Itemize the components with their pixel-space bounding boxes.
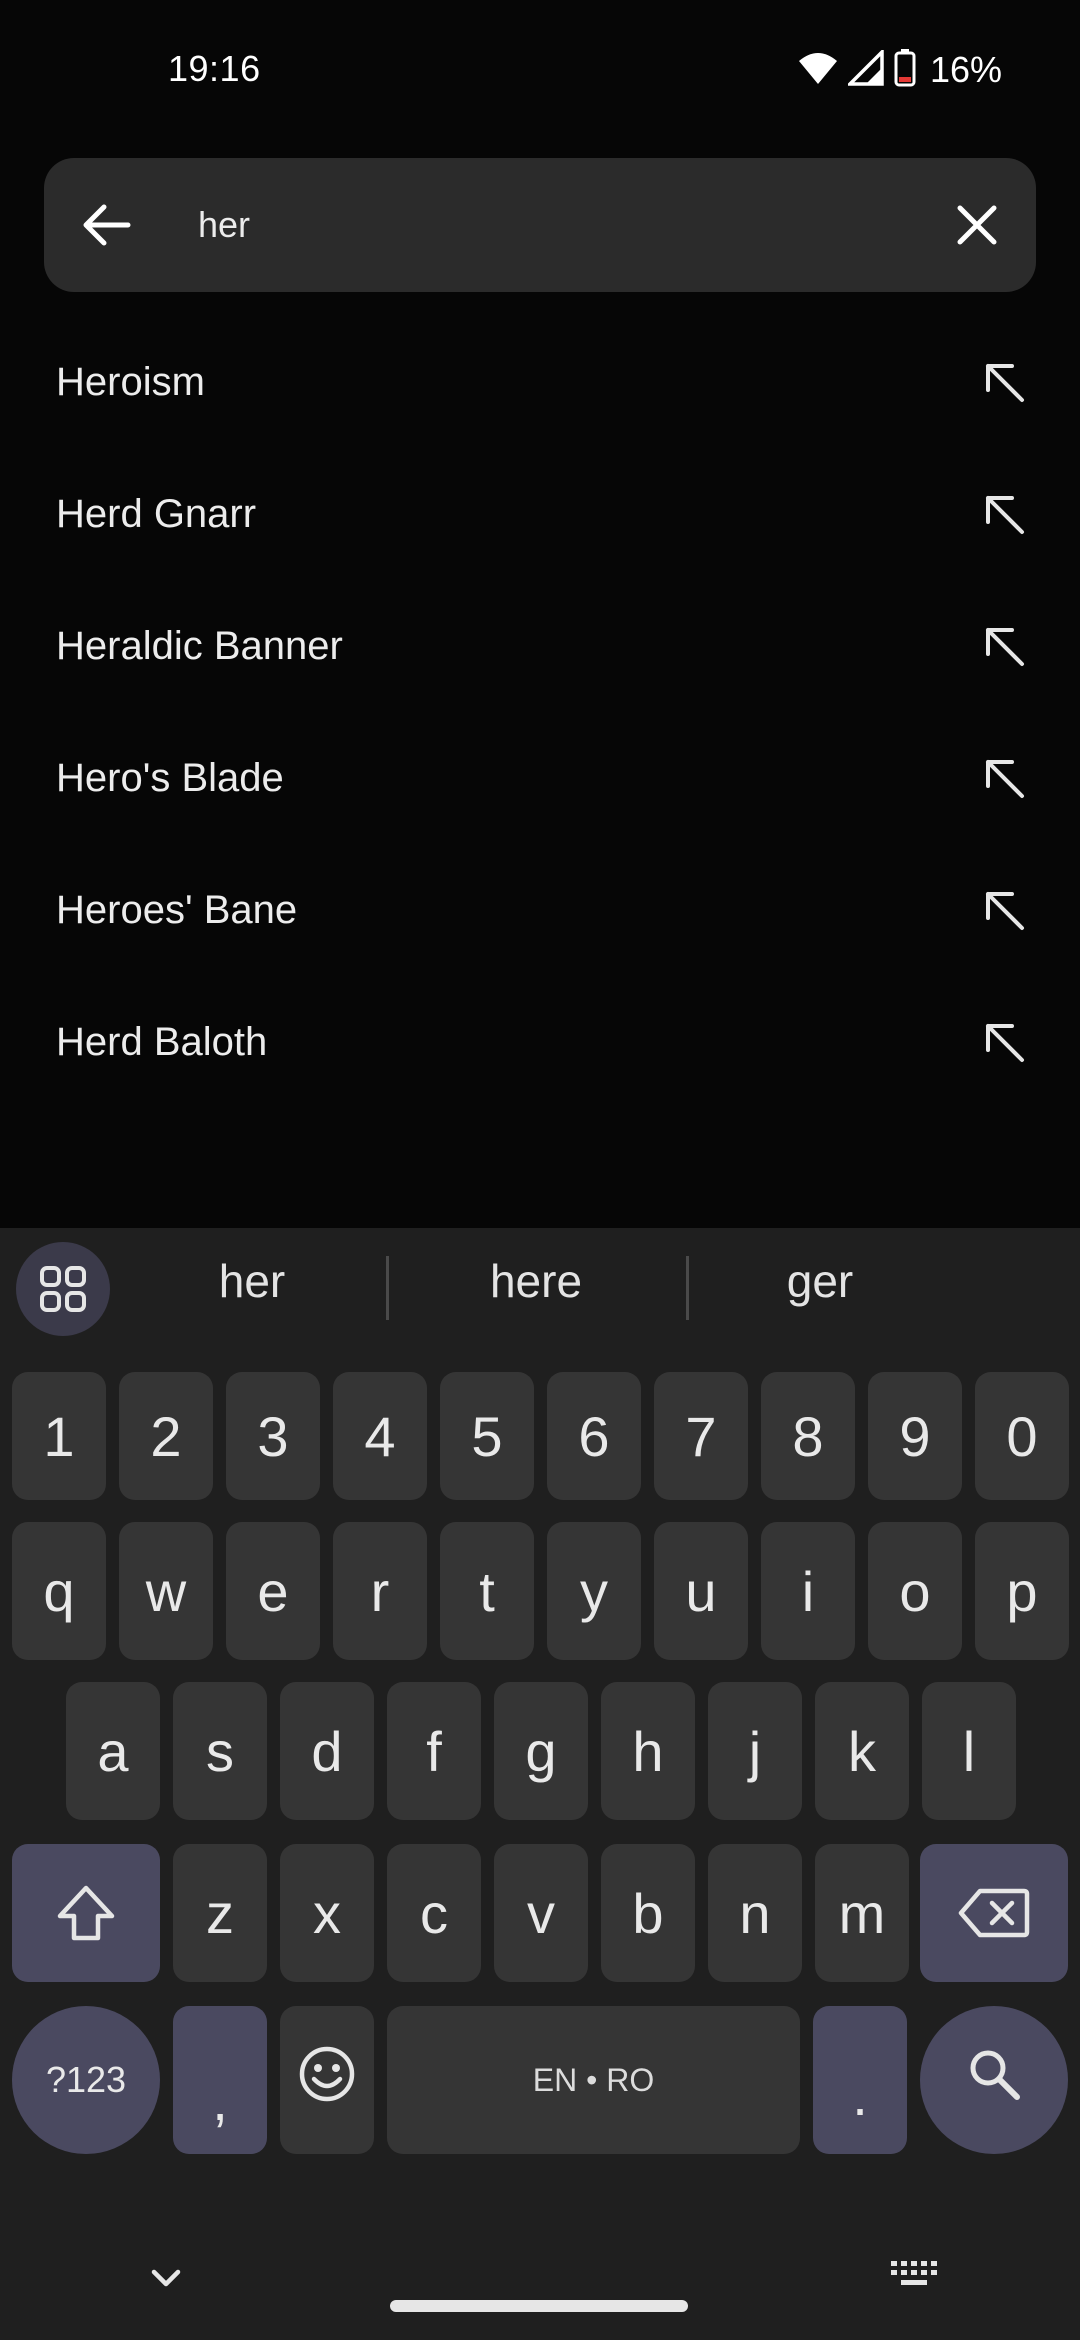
suggestion-item[interactable]: Herd Baloth — [0, 976, 1080, 1108]
suggestion-divider — [386, 1256, 389, 1320]
key-n[interactable]: n — [708, 1844, 802, 1982]
suggestion-item[interactable]: Herd Gnarr — [0, 448, 1080, 580]
key-w[interactable]: w — [119, 1522, 213, 1660]
search-bar — [44, 158, 1036, 292]
arrow-up-left-icon[interactable] — [968, 742, 1040, 814]
suggestion-label: Herd Baloth — [56, 1020, 268, 1064]
search-key[interactable] — [920, 2006, 1068, 2154]
search-icon — [966, 2046, 1022, 2115]
key-e[interactable]: e — [226, 1522, 320, 1660]
wifi-icon — [798, 51, 838, 90]
key-s[interactable]: s — [173, 1682, 267, 1820]
key-6[interactable]: 6 — [547, 1372, 641, 1500]
key-t[interactable]: t — [440, 1522, 534, 1660]
status-time: 19:16 — [168, 48, 261, 89]
key-b[interactable]: b — [601, 1844, 695, 1982]
status-icons: 16% — [798, 47, 1002, 92]
suggestion-label: Heraldic Banner — [56, 624, 343, 668]
keyboard-suggestion-strip: her here ger — [0, 1228, 1080, 1348]
arrow-back-icon[interactable] — [74, 192, 140, 258]
suggestion-label: Heroes' Bane — [56, 888, 298, 932]
grid-apps-icon[interactable] — [16, 1242, 110, 1336]
key-m[interactable]: m — [815, 1844, 909, 1982]
search-input[interactable] — [154, 192, 954, 258]
key-i[interactable]: i — [761, 1522, 855, 1660]
suggestion-item[interactable]: Heroism — [0, 316, 1080, 448]
key-0[interactable]: 0 — [975, 1372, 1069, 1500]
emoji-key[interactable] — [280, 2006, 374, 2154]
backspace-key[interactable] — [920, 1844, 1068, 1982]
key-7[interactable]: 7 — [654, 1372, 748, 1500]
key-h[interactable]: h — [601, 1682, 695, 1820]
key-l[interactable]: l — [922, 1682, 1016, 1820]
suggestion-list: Heroism Herd Gnarr Heraldic Banner Hero'… — [0, 316, 1080, 1108]
arrow-up-left-icon[interactable] — [968, 610, 1040, 682]
arrow-up-left-icon[interactable] — [968, 874, 1040, 946]
key-1[interactable]: 1 — [12, 1372, 106, 1500]
period-key[interactable]: . — [813, 2006, 907, 2154]
key-r[interactable]: r — [333, 1522, 427, 1660]
key-9[interactable]: 9 — [868, 1372, 962, 1500]
close-icon[interactable] — [944, 192, 1010, 258]
key-c[interactable]: c — [387, 1844, 481, 1982]
key-4[interactable]: 4 — [333, 1372, 427, 1500]
suggestion-label: Hero's Blade — [56, 756, 284, 800]
battery-percent: 16% — [929, 49, 1002, 90]
key-y[interactable]: y — [547, 1522, 641, 1660]
word-suggestion[interactable]: ger — [690, 1254, 950, 1314]
status-bar: 19:16 16% — [0, 0, 1080, 140]
suggestion-label: Herd Gnarr — [56, 492, 257, 536]
key-x[interactable]: x — [280, 1844, 374, 1982]
battery-low-icon — [894, 48, 916, 92]
arrow-up-left-icon[interactable] — [968, 1006, 1040, 1078]
key-a[interactable]: a — [66, 1682, 160, 1820]
cell-signal-icon — [845, 47, 884, 91]
key-3[interactable]: 3 — [226, 1372, 320, 1500]
keyboard: her here ger 1 2 3 4 5 6 7 8 9 0 q w e r… — [0, 1228, 1080, 2340]
suggestion-divider — [686, 1256, 689, 1320]
spacebar[interactable]: EN • RO — [387, 2006, 800, 2154]
suggestion-item[interactable]: Heroes' Bane — [0, 844, 1080, 976]
key-g[interactable]: g — [494, 1682, 588, 1820]
symbols-key[interactable]: ?123 — [12, 2006, 160, 2154]
key-j[interactable]: j — [708, 1682, 802, 1820]
arrow-up-left-icon[interactable] — [968, 346, 1040, 418]
shift-key[interactable] — [12, 1844, 160, 1982]
key-2[interactable]: 2 — [119, 1372, 213, 1500]
key-8[interactable]: 8 — [761, 1372, 855, 1500]
word-suggestion[interactable]: here — [406, 1254, 666, 1314]
emoji-icon — [298, 2045, 356, 2116]
key-f[interactable]: f — [387, 1682, 481, 1820]
comma-key[interactable]: , — [173, 2006, 267, 2154]
key-u[interactable]: u — [654, 1522, 748, 1660]
key-p[interactable]: p — [975, 1522, 1069, 1660]
word-suggestion[interactable]: her — [122, 1254, 382, 1314]
suggestion-label: Heroism — [56, 360, 205, 404]
suggestion-item[interactable]: Hero's Blade — [0, 712, 1080, 844]
key-z[interactable]: z — [173, 1844, 267, 1982]
navigation-handle[interactable] — [390, 2300, 688, 2312]
suggestion-item[interactable]: Heraldic Banner — [0, 580, 1080, 712]
keyboard-icon[interactable] — [888, 2258, 940, 2299]
chevron-down-icon[interactable] — [140, 2262, 192, 2299]
key-o[interactable]: o — [868, 1522, 962, 1660]
key-5[interactable]: 5 — [440, 1372, 534, 1500]
key-v[interactable]: v — [494, 1844, 588, 1982]
arrow-up-left-icon[interactable] — [968, 478, 1040, 550]
key-d[interactable]: d — [280, 1682, 374, 1820]
key-k[interactable]: k — [815, 1682, 909, 1820]
key-q[interactable]: q — [12, 1522, 106, 1660]
